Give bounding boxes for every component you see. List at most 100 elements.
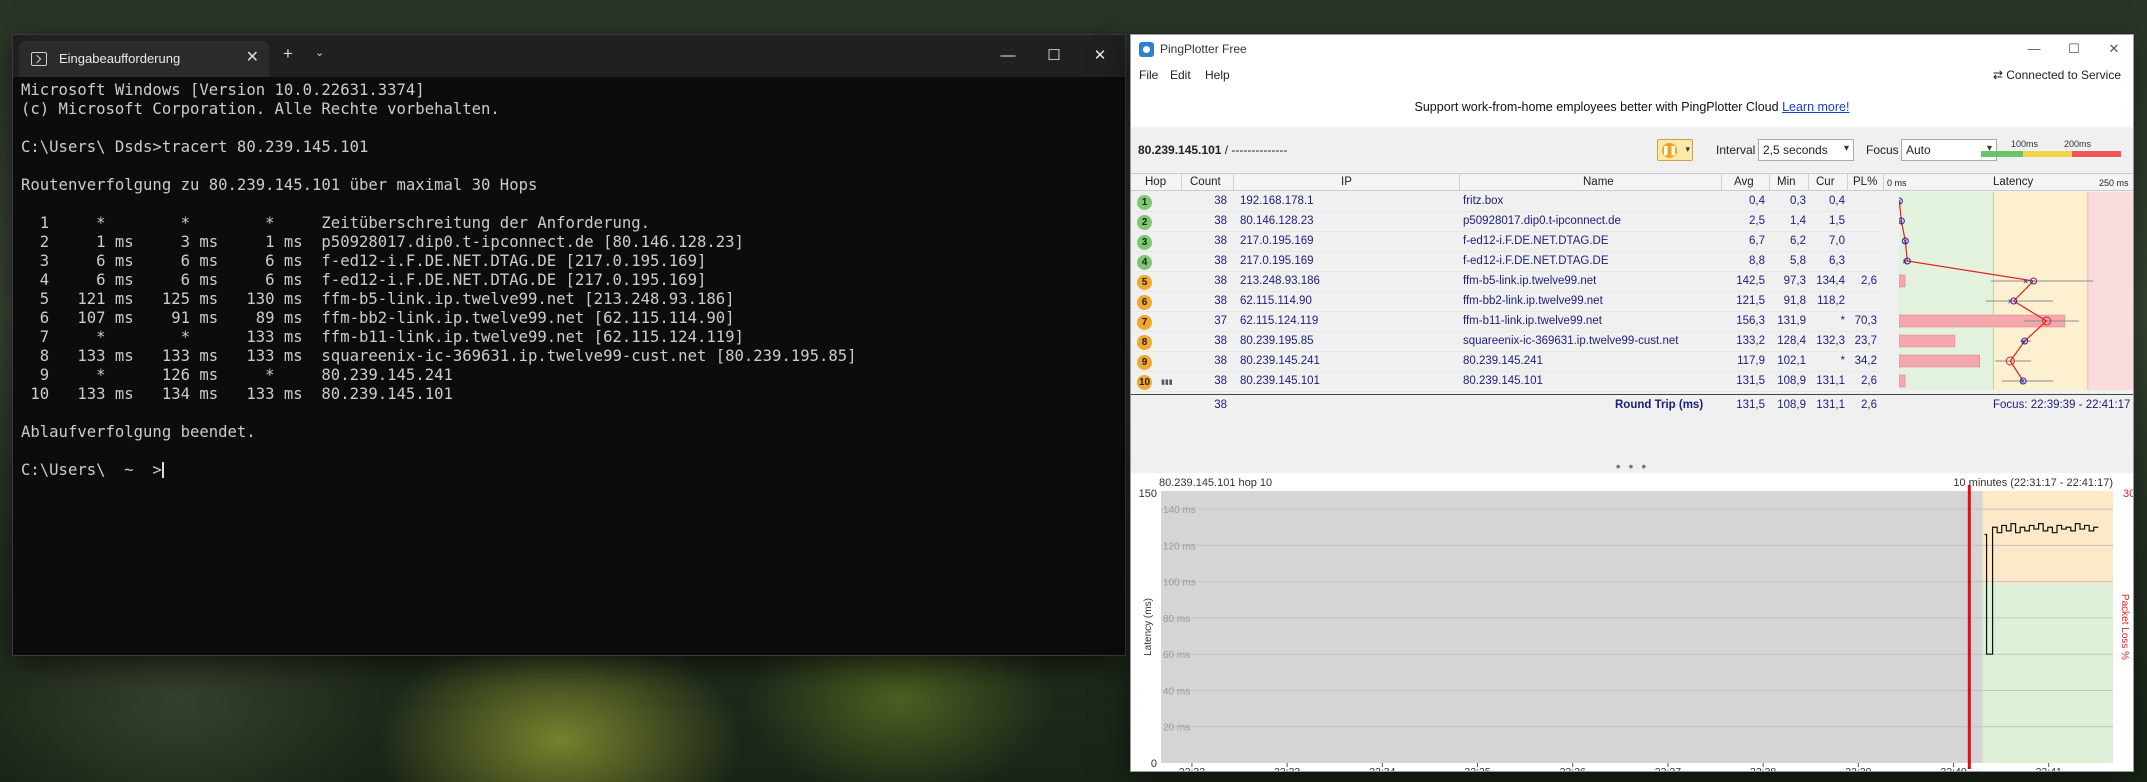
- hop-min: 108,9: [1777, 375, 1806, 387]
- table-row[interactable]: 7 37 62.115.124.119 ffm-b11-link.ip.twelve9…: [1131, 312, 1883, 332]
- hop-name: squareenix-ic-369631.ip.twelve99-cust.ne…: [1463, 335, 1679, 347]
- hop-avg: 156,3: [1736, 315, 1765, 327]
- col-count[interactable]: Count: [1190, 176, 1221, 188]
- table-row[interactable]: 3 38 217.0.195.169 f-ed12-i.F.DE.NET.DTAG.D…: [1131, 232, 1883, 252]
- hop-avg: 131,5: [1736, 375, 1765, 387]
- round-trip-label: Round Trip (ms): [1615, 399, 1704, 411]
- minimize-icon[interactable]: —: [2019, 37, 2049, 61]
- latency-scale-right: 250 ms: [2099, 178, 2129, 188]
- timeline-chart[interactable]: 140 ms 120 ms 100 ms 80 ms 60 ms 40 ms 20 ms 15…: [1131, 473, 2134, 772]
- hop-min: 6,2: [1790, 235, 1806, 247]
- totals-row: 38 Round Trip (ms) 131,5 108,9 131,1 2,6…: [1131, 394, 2133, 416]
- target-suffix: / --------------: [1224, 143, 1288, 157]
- learn-more-link[interactable]: Learn more!: [1782, 100, 1849, 114]
- hop-avg: 133,2: [1736, 335, 1765, 347]
- pingplotter-logo-icon: [1139, 42, 1154, 57]
- hop-ip: 213.248.93.186: [1240, 275, 1320, 287]
- table-row[interactable]: 9 38 80.239.145.241 80.239.145.241 117,9 102,…: [1131, 352, 1883, 372]
- terminal-tab-title: Eingabeaufforderung: [59, 51, 181, 66]
- hop-pl: 2,6: [1861, 375, 1877, 387]
- hop-pl: 23,7: [1854, 335, 1877, 347]
- col-name[interactable]: Name: [1583, 176, 1614, 188]
- y-axis-bottom: 0: [1151, 758, 1157, 770]
- hop-number-badge: 5: [1137, 275, 1152, 290]
- hop-count: 38: [1214, 195, 1227, 207]
- legend-200ms: 200ms: [2064, 139, 2092, 149]
- hop-cur: *: [1840, 315, 1845, 327]
- table-row[interactable]: 6 38 62.115.114.90 ffm-bb2-link.ip.twelve99…: [1131, 292, 1883, 312]
- table-row[interactable]: 4 38 217.0.195.169 f-ed12-i.F.DE.NET.DTAG.D…: [1131, 252, 1883, 272]
- total-avg: 131,5: [1736, 399, 1765, 411]
- menu-help[interactable]: Help: [1205, 68, 1230, 82]
- hop-count: 38: [1214, 255, 1227, 267]
- hop-avg: 121,5: [1736, 295, 1765, 307]
- table-row[interactable]: 10 ▮▮▮ 38 80.239.145.101 80.239.145.101 131,5…: [1131, 372, 1883, 392]
- hop-count: 38: [1214, 235, 1227, 247]
- timeline-panel: 80.239.145.101 hop 10 10 minutes (22:31:…: [1131, 473, 2134, 772]
- x-tick-label: 22:32: [1179, 766, 1205, 772]
- pause-button[interactable]: ❚❚ ▾: [1657, 139, 1693, 161]
- hop-ip: 62.115.114.90: [1240, 295, 1312, 307]
- hop-ip: 80.239.145.101: [1240, 375, 1320, 387]
- focus-good-zone: [1982, 583, 2113, 763]
- interval-select[interactable]: 2,5 seconds: [1758, 139, 1854, 161]
- menu-edit[interactable]: Edit: [1170, 68, 1191, 82]
- col-cur[interactable]: Cur: [1816, 176, 1835, 188]
- x-tick-label: 22:39: [1845, 766, 1871, 772]
- col-hop[interactable]: Hop: [1145, 176, 1166, 188]
- close-tab-icon[interactable]: ✕: [246, 47, 259, 67]
- pause-icon: ❚❚: [1662, 143, 1677, 158]
- table-row[interactable]: 8 38 80.239.195.85 squareenix-ic-369631.ip.…: [1131, 332, 1883, 352]
- hop-ip: 192.168.178.1: [1240, 195, 1314, 207]
- new-tab-button[interactable]: +: [283, 44, 293, 64]
- legend-100ms: 100ms: [2011, 139, 2039, 149]
- connection-status: ⇄ Connected to Service: [1992, 68, 2121, 82]
- maximize-icon[interactable]: ☐: [2059, 37, 2089, 61]
- current-latency-mark: ×: [2021, 337, 2026, 347]
- close-window-icon[interactable]: ✕: [1077, 35, 1123, 77]
- hop-number-badge: 3: [1137, 235, 1152, 250]
- minimize-icon[interactable]: —: [985, 35, 1031, 77]
- maximize-icon[interactable]: ☐: [1031, 35, 1077, 77]
- close-window-icon[interactable]: ✕: [2099, 37, 2129, 61]
- graph-icon[interactable]: ▮▮▮: [1161, 378, 1173, 386]
- hop-cur: 131,1: [1816, 375, 1845, 387]
- hop-count: 38: [1214, 295, 1227, 307]
- chevron-down-icon[interactable]: ⌄: [315, 46, 324, 59]
- hop-name: ffm-b11-link.ip.twelve99.net: [1463, 315, 1602, 327]
- console-output[interactable]: Microsoft Windows [Version 10.0.22631.33…: [21, 81, 1117, 647]
- current-latency-mark: ×: [1903, 237, 1908, 247]
- hop-ip: 80.146.128.23: [1240, 215, 1314, 227]
- hop-min: 91,8: [1783, 295, 1806, 307]
- table-row[interactable]: 2 38 80.146.128.23 p50928017.dip0.t-ipconne…: [1131, 212, 1883, 232]
- col-pl[interactable]: PL%: [1853, 176, 1877, 188]
- focus-warn-zone: [1982, 491, 2113, 584]
- hop-avg: 6,7: [1749, 235, 1765, 247]
- col-latency[interactable]: Latency: [1993, 176, 2033, 188]
- table-row[interactable]: 1 38 192.168.178.1 fritz.box 0,4 0,3 0,4: [1131, 192, 1883, 212]
- table-row[interactable]: 5 38 213.248.93.186 ffm-b5-link.ip.twelve99…: [1131, 272, 1883, 292]
- hop-name: p50928017.dip0.t-ipconnect.de: [1463, 215, 1621, 227]
- menu-file[interactable]: File: [1139, 68, 1158, 82]
- grid-label: 120 ms: [1163, 541, 1196, 552]
- chevron-down-icon[interactable]: ▾: [1685, 144, 1690, 155]
- hop-name: ffm-bb2-link.ip.twelve99.net: [1463, 295, 1603, 307]
- row-divider: [1131, 391, 1883, 392]
- pane-splitter[interactable]: • • •: [1131, 459, 2133, 473]
- hop-number-badge: 2: [1137, 215, 1152, 230]
- x-tick-label: 22:37: [1655, 766, 1681, 772]
- hop-count: 38: [1214, 375, 1227, 387]
- x-tick-label: 22:35: [1464, 766, 1490, 772]
- command-prompt-window: Eingabeaufforderung ✕ + ⌄ — ☐ ✕ Microsof…: [12, 34, 1126, 656]
- col-min[interactable]: Min: [1777, 176, 1796, 188]
- terminal-tab[interactable]: Eingabeaufforderung ✕: [19, 41, 269, 77]
- hop-number-badge: 4: [1137, 255, 1152, 270]
- col-ip[interactable]: IP: [1341, 176, 1352, 188]
- packet-loss-bar: [1899, 354, 1980, 368]
- hop-name: ffm-b5-link.ip.twelve99.net: [1463, 275, 1597, 287]
- col-avg[interactable]: Avg: [1734, 176, 1754, 188]
- legend-color-strip: [1981, 151, 2121, 157]
- x-tick-label: 22:34: [1369, 766, 1395, 772]
- latency-graph[interactable]: ××××××××: [1899, 192, 2134, 390]
- hop-pl: 2,6: [1861, 275, 1877, 287]
